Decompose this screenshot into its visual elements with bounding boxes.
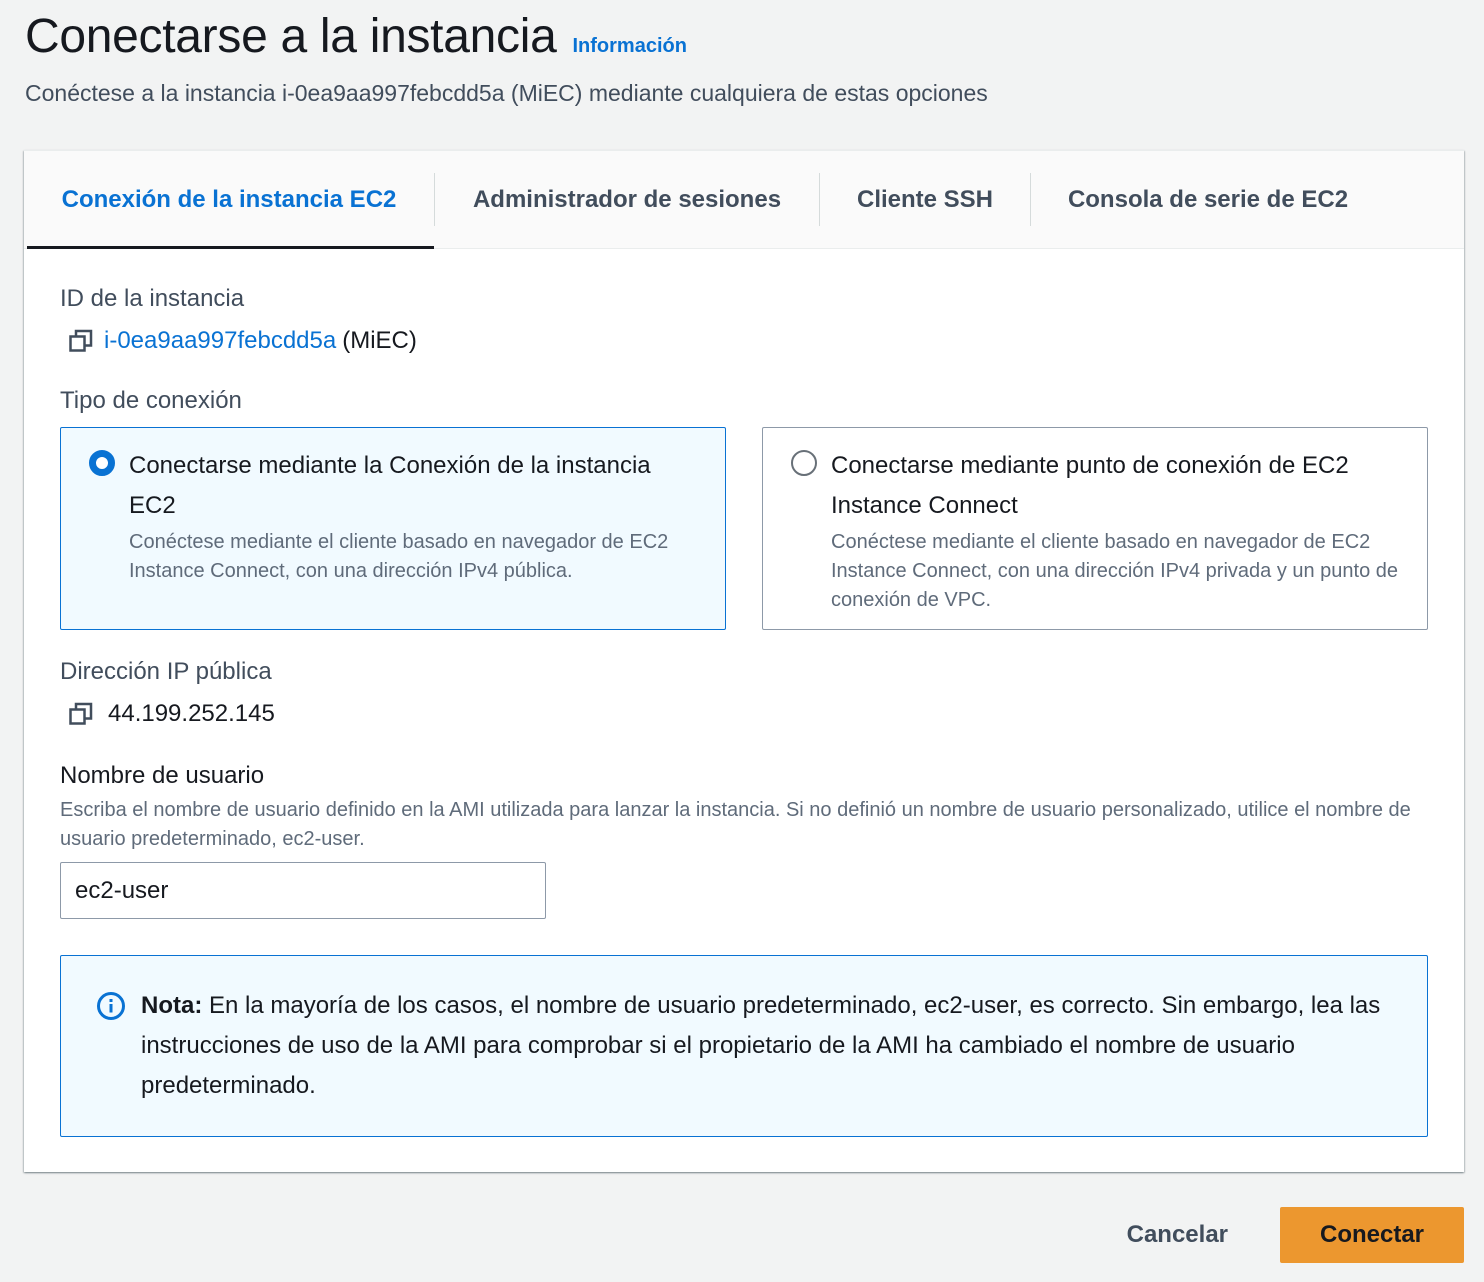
username-label: Nombre de usuario (60, 762, 265, 789)
tab-label: Consola de serie de EC2 (1067, 185, 1349, 213)
tile-description: Conéctese mediante el cliente basado en … (831, 531, 1399, 611)
public-ip-label: Dirección IP pública (60, 658, 272, 685)
copy-icon[interactable] (68, 328, 94, 354)
tab-label: Administrador de sesiones (472, 185, 782, 213)
copy-icon[interactable] (68, 701, 94, 727)
public-ip-value: 44.199.252.145 (108, 700, 275, 727)
footer-actions: Cancelar Conectar (1127, 1207, 1464, 1263)
instance-name: (MiEC) (342, 327, 417, 354)
connect-panel: Conexión de la instancia EC2 Administrad… (24, 150, 1464, 1172)
connection-type-label: Tipo de conexión (60, 387, 242, 414)
page-subtitle: Conéctese a la instancia i-0ea9aa997febc… (25, 80, 988, 106)
info-link[interactable]: Información (572, 35, 686, 58)
cancel-button[interactable]: Cancelar (1127, 1221, 1228, 1249)
alert-text: Nota: En la mayoría de los casos, el nom… (141, 986, 1391, 1136)
tab-session-manager[interactable]: Administrador de sesiones (435, 151, 819, 248)
page-title: Conectarse a la instancia (25, 10, 557, 63)
tile-body: Conectarse mediante punto de conexión de… (831, 446, 1399, 629)
tab-ec2-instance-connect[interactable]: Conexión de la instancia EC2 (24, 151, 434, 249)
title-row: Conectarse a la instancia Información (25, 8, 1464, 66)
username-input[interactable] (60, 862, 546, 919)
username-description: Escriba el nombre de usuario definido en… (60, 799, 1411, 850)
public-ip-row: 44.199.252.145 (60, 700, 1428, 728)
tile-public-ipv4[interactable]: Conectarse mediante la Conexión de la in… (60, 427, 726, 630)
tab-label: Conexión de la instancia EC2 (61, 185, 397, 213)
alert-message: En la mayoría de los casos, el nombre de… (141, 992, 1381, 1099)
info-alert: Nota: En la mayoría de los casos, el nom… (60, 955, 1428, 1137)
radio-selected[interactable] (89, 450, 115, 476)
tab-content: ID de la instancia i-0ea9aa997febcdd5a (… (60, 249, 1428, 1137)
tabs-bar: Conexión de la instancia EC2 Administrad… (24, 151, 1464, 249)
tile-body: Conectarse mediante la Conexión de la in… (129, 446, 697, 629)
tab-ssh-client[interactable]: Cliente SSH (820, 151, 1030, 248)
instance-id-row: i-0ea9aa997febcdd5a (MiEC) (60, 327, 1428, 355)
instance-id-label: ID de la instancia (60, 285, 245, 312)
alert-bold: Nota: (141, 992, 203, 1019)
tab-ec2-serial-console[interactable]: Consola de serie de EC2 (1031, 151, 1385, 248)
tab-label: Cliente SSH (856, 185, 994, 213)
instance-id-link[interactable]: i-0ea9aa997febcdd5a (104, 327, 336, 355)
tile-endpoint[interactable]: Conectarse mediante punto de conexión de… (762, 427, 1428, 630)
page-header: Conectarse a la instancia Información Co… (25, 8, 1464, 107)
connect-button[interactable]: Conectar (1280, 1207, 1464, 1263)
radio-unselected[interactable] (791, 450, 817, 476)
connection-type-tiles: Conectarse mediante la Conexión de la in… (60, 427, 1428, 630)
info-icon (95, 990, 127, 1022)
tile-title: Conectarse mediante punto de conexión de… (831, 452, 1349, 519)
tile-title: Conectarse mediante la Conexión de la in… (129, 452, 651, 519)
tile-description: Conéctese mediante el cliente basado en … (129, 531, 669, 582)
